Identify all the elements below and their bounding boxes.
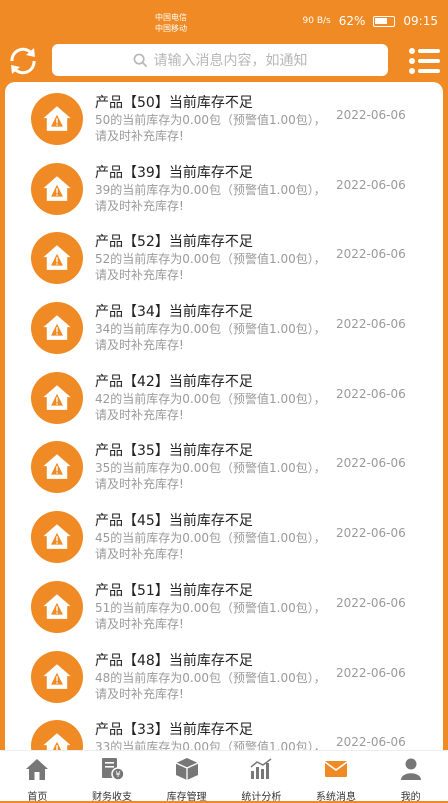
- list-item[interactable]: 产品【45】当前库存不足 45的当前库存为0.00包（预警值1.00包），请及时补…: [5, 500, 443, 570]
- warning-house-icon: [31, 302, 83, 355]
- network-speed: 90 B/s: [302, 16, 331, 26]
- warning-house-icon: [31, 371, 83, 424]
- warning-house-icon: [31, 441, 83, 494]
- header: 请输入消息内容，如通知: [0, 40, 448, 82]
- list-item[interactable]: 产品【39】当前库存不足 39的当前库存为0.00包（预警值1.00包），请及时补…: [5, 152, 443, 222]
- list-item[interactable]: 产品【52】当前库存不足 52的当前库存为0.00包（预警值1.00包），请及时补…: [5, 221, 443, 291]
- search-placeholder: 请输入消息内容，如通知: [153, 53, 308, 69]
- tab-box[interactable]: 库存管理: [149, 751, 224, 803]
- message-date: 2022-06-06: [336, 108, 406, 122]
- message-title: 产品【35】当前库存不足: [95, 443, 253, 460]
- tab-mail[interactable]: 系统消息: [299, 751, 374, 803]
- message-description: 48的当前库存为0.00包（预警值1.00包），请及时补充库存!: [95, 670, 326, 701]
- svg-text:¥: ¥: [115, 770, 120, 779]
- list-item[interactable]: 产品【34】当前库存不足 34的当前库存为0.00包（预警值1.00包），请及时补…: [5, 291, 443, 361]
- finance-icon: ¥: [99, 756, 125, 786]
- message-list[interactable]: 产品【50】当前库存不足 50的当前库存为0.00包（预警值1.00包），请及时补…: [5, 82, 443, 750]
- warning-house-icon: [31, 162, 83, 215]
- tab-home[interactable]: 首页: [0, 751, 75, 803]
- list-item[interactable]: 产品【48】当前库存不足 48的当前库存为0.00包（预警值1.00包），请及时补…: [5, 640, 443, 710]
- message-description: 45的当前库存为0.00包（预警值1.00包），请及时补充库存!: [95, 531, 326, 562]
- warning-house-icon: [31, 93, 83, 145]
- message-title: 产品【48】当前库存不足: [95, 652, 253, 669]
- message-description: 39的当前库存为0.00包（预警值1.00包），请及时补充库存!: [95, 182, 326, 213]
- message-date: 2022-06-06: [336, 456, 406, 471]
- message-description: 51的当前库存为0.00包（预警值1.00包），请及时补充库存!: [95, 600, 326, 631]
- carrier-2: 中国移动: [155, 24, 187, 33]
- box-icon: [174, 756, 200, 786]
- refresh-button[interactable]: [4, 42, 42, 80]
- mail-icon: [323, 756, 349, 786]
- list-item[interactable]: 产品【42】当前库存不足 42的当前库存为0.00包（预警值1.00包），请及时补…: [5, 361, 443, 431]
- warning-house-icon: [31, 511, 83, 564]
- list-item[interactable]: 产品【33】当前库存不足33的当前库存为0.00包（预警值1.00包），请及时补…: [5, 709, 443, 750]
- message-description: 52的当前库存为0.00包（预警值1.00包），请及时补充库存!: [95, 252, 326, 283]
- status-bar: 中国电信 中国移动 90 B/s 62% 09:15: [0, 0, 448, 40]
- chart-icon: [248, 756, 274, 786]
- message-description: 50的当前库存为0.00包（预警值1.00包），请及时补充库存!: [95, 113, 326, 143]
- message-title: 产品【50】当前库存不足: [95, 95, 253, 111]
- message-description: 34的当前库存为0.00包（预警值1.00包），请及时补充库存!: [95, 322, 326, 353]
- message-description: 33的当前库存为0.00包（预警值1.00包），请及时补充库存!: [95, 740, 326, 750]
- refresh-icon: [10, 47, 36, 75]
- message-title: 产品【39】当前库存不足: [95, 164, 253, 181]
- message-date: 2022-06-06: [336, 735, 406, 750]
- battery-percent: 62%: [338, 14, 366, 28]
- tab-finance[interactable]: ¥ 财务收支: [75, 751, 150, 803]
- list-item[interactable]: 产品【51】当前库存不足 51的当前库存为0.00包（预警值1.00包），请及时补…: [5, 570, 443, 640]
- message-title: 产品【34】当前库存不足: [95, 304, 253, 321]
- message-date: 2022-06-06: [336, 665, 406, 680]
- message-title: 产品【33】当前库存不足: [95, 722, 253, 739]
- clock: 09:15: [403, 14, 438, 28]
- warning-house-icon: [31, 580, 83, 633]
- search-input[interactable]: 请输入消息内容，如通知: [52, 44, 388, 76]
- message-description: 42的当前库存为0.00包（预警值1.00包），请及时补充库存!: [95, 391, 326, 422]
- message-date: 2022-06-06: [336, 247, 406, 262]
- tab-bar: 首页 ¥ 财务收支 库存管理 统计分析 系统消息 我的: [0, 750, 448, 803]
- message-description: 35的当前库存为0.00包（预警值1.00包），请及时补充库存!: [95, 461, 326, 492]
- message-title: 产品【45】当前库存不足: [95, 513, 253, 530]
- user-icon: [398, 756, 424, 786]
- list-item[interactable]: 产品【35】当前库存不足 35的当前库存为0.00包（预警值1.00包），请及时补…: [5, 430, 443, 500]
- tab-user[interactable]: 我的: [373, 751, 448, 803]
- status-right: 90 B/s 62% 09:15: [303, 14, 438, 28]
- warning-house-icon: [31, 720, 83, 750]
- message-date: 2022-06-06: [336, 386, 406, 401]
- message-title: 产品【52】当前库存不足: [95, 234, 253, 251]
- battery-icon: [373, 15, 396, 27]
- message-date: 2022-06-06: [336, 595, 406, 610]
- carrier-1: 中国电信: [155, 13, 187, 22]
- carrier-info: 中国电信 中国移动: [155, 12, 187, 34]
- tab-chart[interactable]: 统计分析: [224, 751, 299, 803]
- home-icon: [24, 756, 50, 786]
- message-date: 2022-06-06: [336, 526, 406, 541]
- list-item[interactable]: 产品【50】当前库存不足 50的当前库存为0.00包（预警值1.00包），请及时补…: [5, 82, 443, 152]
- message-date: 2022-06-06: [336, 177, 406, 192]
- message-date: 2022-06-06: [336, 317, 406, 332]
- warning-house-icon: [31, 232, 83, 285]
- warning-house-icon: [31, 650, 83, 703]
- search-icon: [133, 53, 147, 67]
- message-title: 产品【42】当前库存不足: [95, 373, 253, 390]
- message-title: 产品【51】当前库存不足: [95, 582, 253, 599]
- menu-button[interactable]: [406, 42, 444, 80]
- list-menu-icon: [409, 48, 440, 74]
